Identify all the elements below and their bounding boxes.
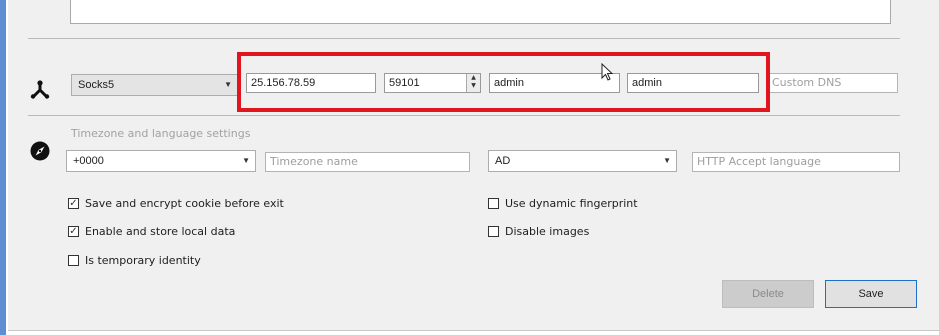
local-data-option[interactable]: ✓ Enable and store local data	[68, 225, 328, 239]
proxy-type-value: Socks5	[78, 79, 115, 91]
highlight-box	[237, 52, 770, 112]
timezone-section-title: Timezone and language settings	[71, 127, 251, 140]
timezone-offset-select[interactable]: +0000 ▼	[66, 150, 256, 172]
temporary-identity-option[interactable]: Is temporary identity	[68, 254, 328, 268]
chevron-down-icon: ▼	[242, 156, 250, 165]
accept-language-input[interactable]: HTTP Accept language	[692, 152, 900, 172]
chevron-down-icon: ▼	[224, 80, 232, 89]
compass-icon	[30, 141, 50, 161]
save-cookie-label: Save and encrypt cookie before exit	[85, 197, 284, 210]
temporary-identity-label: Is temporary identity	[85, 254, 201, 267]
temporary-identity-checkbox[interactable]	[68, 255, 79, 266]
proxy-type-select[interactable]: Socks5 ▼	[71, 74, 238, 96]
disable-images-label: Disable images	[505, 225, 590, 238]
dynamic-fingerprint-label: Use dynamic fingerprint	[505, 197, 638, 210]
section-divider	[28, 38, 900, 39]
section-divider	[28, 115, 900, 116]
timezone-offset-value: +0000	[73, 155, 104, 167]
custom-dns-input[interactable]: Custom DNS	[767, 73, 898, 93]
save-cookie-option[interactable]: ✓ Save and encrypt cookie before exit	[68, 197, 328, 211]
delete-button[interactable]: Delete	[722, 280, 814, 308]
window-frame-bottom	[8, 330, 939, 335]
window-frame-edge	[6, 0, 8, 335]
notes-textarea[interactable]	[70, 0, 891, 24]
dynamic-fingerprint-checkbox[interactable]	[488, 198, 499, 209]
disable-images-checkbox[interactable]	[488, 226, 499, 237]
language-value: AD	[495, 155, 511, 167]
timezone-name-input[interactable]: Timezone name	[265, 152, 470, 172]
language-select[interactable]: AD ▼	[488, 150, 677, 172]
chevron-down-icon: ▼	[663, 156, 671, 165]
disable-images-option[interactable]: Disable images	[488, 225, 688, 239]
save-cookie-checkbox[interactable]: ✓	[68, 198, 79, 209]
local-data-checkbox[interactable]: ✓	[68, 226, 79, 237]
network-nodes-icon	[30, 79, 50, 99]
local-data-label: Enable and store local data	[85, 225, 236, 238]
save-button[interactable]: Save	[825, 280, 917, 308]
dynamic-fingerprint-option[interactable]: Use dynamic fingerprint	[488, 197, 688, 211]
mouse-pointer-icon	[601, 62, 615, 83]
